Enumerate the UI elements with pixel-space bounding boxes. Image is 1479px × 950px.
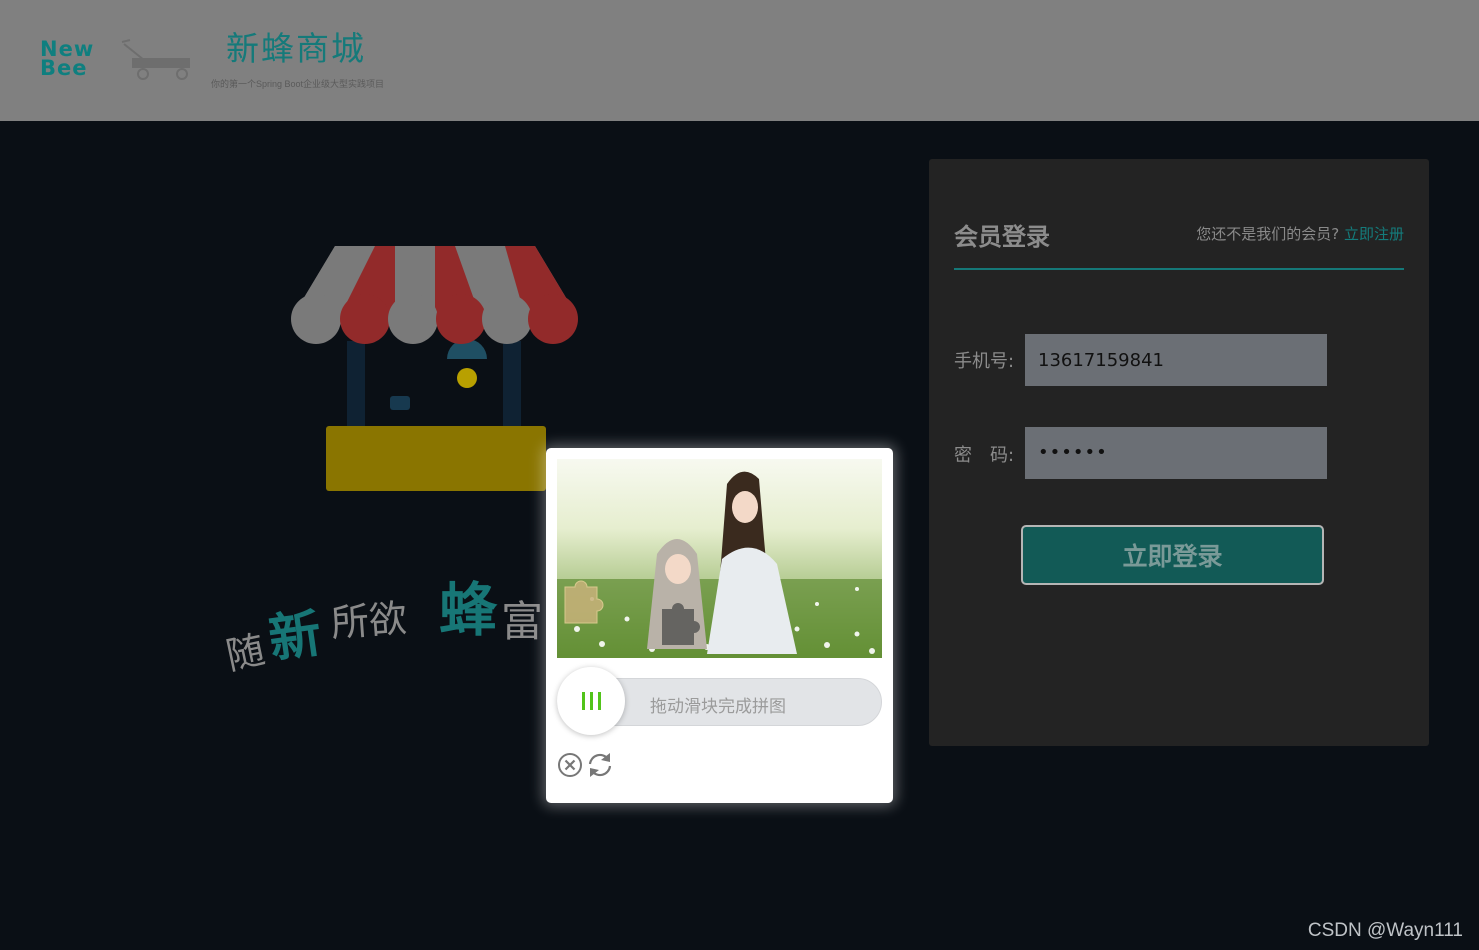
phone-input[interactable] <box>1025 334 1327 386</box>
refresh-icon[interactable] <box>586 751 614 779</box>
drag-handle-icon <box>582 692 601 710</box>
slogan-char: 蜂 <box>439 576 498 644</box>
watermark: CSDN @Wayn111 <box>1307 920 1463 941</box>
login-button[interactable]: 立即登录 <box>1021 525 1324 585</box>
register-prompt-text: 您还不是我们的会员? <box>1196 225 1340 243</box>
password-input[interactable]: •••••• <box>1025 427 1327 479</box>
shop-stall-illustration <box>291 246 578 491</box>
brand-subtitle: 你的第一个Spring Boot企业级大型实践项目 <box>211 79 385 89</box>
slider-handle[interactable] <box>557 667 625 735</box>
login-panel: 会员登录 您还不是我们的会员? 立即注册 手机号: 密 码: •••••• 立即… <box>929 159 1429 746</box>
slogan-char: 所欲 <box>330 596 409 645</box>
close-circle-icon[interactable] <box>556 751 584 779</box>
slogan-text: 随 新 所欲 蜂 富 <box>225 576 543 678</box>
slogan-char: 富 <box>501 597 543 646</box>
cart-icon <box>121 39 190 80</box>
password-label: 密 码: <box>954 445 1015 466</box>
phone-label: 手机号: <box>954 351 1015 372</box>
site-header: New Bee 新蜂商城 你的第一个Spring Boot企业级大型实践项目 <box>0 0 1479 121</box>
slider-captcha: 拖动滑块完成拼图 <box>546 448 893 803</box>
slogan-char: 随 <box>225 627 269 678</box>
slogan-char: 新 <box>265 604 325 671</box>
register-prompt: 您还不是我们的会员? 立即注册 <box>1196 223 1404 244</box>
slider-hint: 拖动滑块完成拼图 <box>650 697 786 717</box>
brand-title: 新蜂商城 <box>226 29 366 68</box>
captcha-puzzle-image <box>557 459 882 658</box>
register-link[interactable]: 立即注册 <box>1344 225 1404 243</box>
title-divider <box>954 268 1404 270</box>
login-title: 会员登录 <box>954 223 1050 251</box>
